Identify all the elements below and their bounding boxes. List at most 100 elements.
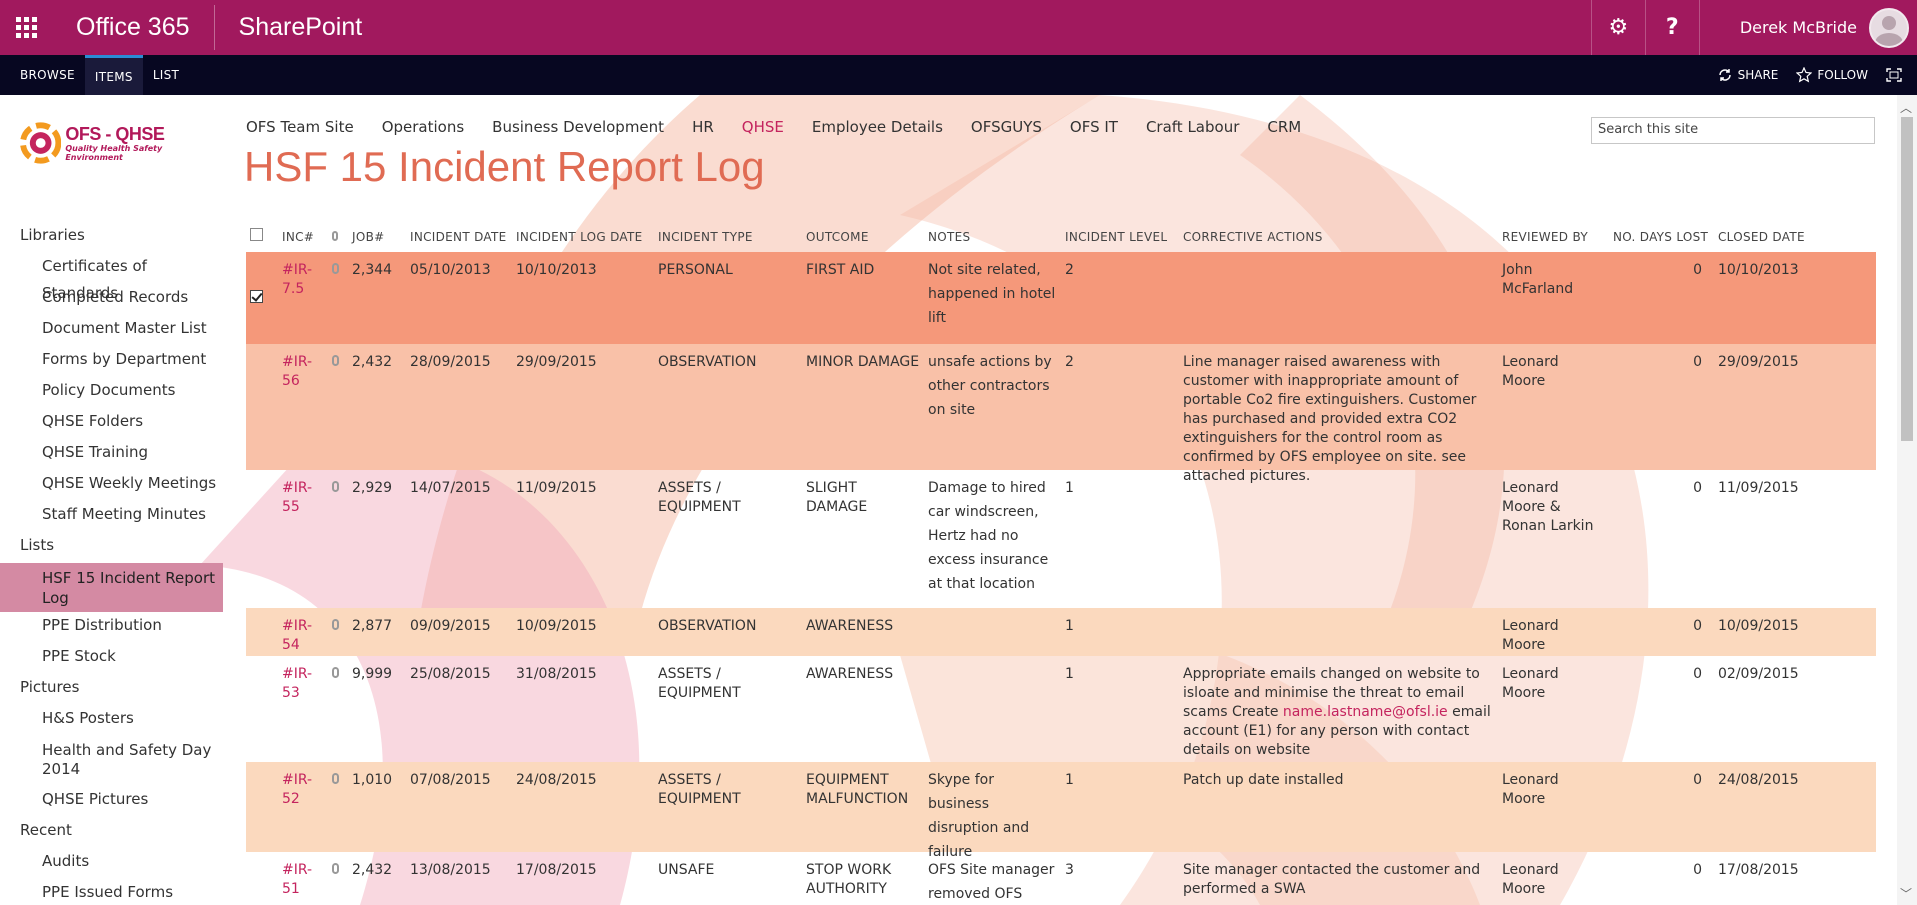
nav-item-ppe-stock[interactable]: PPE Stock xyxy=(0,643,223,674)
site-logo[interactable]: OFS - QHSE Quality Health Safety Environ… xyxy=(20,118,220,168)
nav-item-audits[interactable]: Audits xyxy=(0,848,223,879)
nav-item-qhse-training[interactable]: QHSE Training xyxy=(0,439,223,470)
row-checkbox[interactable] xyxy=(246,608,278,656)
incident-id-link[interactable]: #IR-7.5 xyxy=(278,252,328,344)
follow-label: FOLLOW xyxy=(1817,68,1868,82)
attachment-icon[interactable] xyxy=(328,762,348,852)
topnav-ofs-team-site[interactable]: OFS Team Site xyxy=(246,118,354,136)
nav-heading-pictures[interactable]: Pictures xyxy=(0,674,223,705)
topnav-ofs-it[interactable]: OFS IT xyxy=(1070,118,1118,136)
nav-item-ppe-issued-forms[interactable]: PPE Issued Forms xyxy=(0,879,223,905)
row-checkbox[interactable] xyxy=(246,762,278,852)
incident-id-link[interactable]: #IR-54 xyxy=(278,608,328,656)
topnav-employee-details[interactable]: Employee Details xyxy=(812,118,943,136)
nav-item-hsf15-incident-report-log[interactable]: HSF 15 Incident Report Log xyxy=(0,563,223,612)
nav-item-ppe-distribution[interactable]: PPE Distribution xyxy=(0,612,223,643)
nav-item-qhse-folders[interactable]: QHSE Folders xyxy=(0,408,223,439)
table-row[interactable]: #IR-52 1,010 07/08/2015 24/08/2015 ASSET… xyxy=(246,762,1876,860)
col-header-reviewed-by[interactable]: REVIEWED BY xyxy=(1498,228,1609,247)
nav-heading-libraries[interactable]: Libraries xyxy=(0,222,223,253)
reviewed-by: Leonard Moore xyxy=(1502,354,1559,389)
col-header-incident-level[interactable]: INCIDENT LEVEL xyxy=(1061,228,1179,247)
table-row[interactable]: #IR-53 9,999 25/08/2015 31/08/2015 ASSET… xyxy=(246,656,1876,762)
row-checkbox[interactable] xyxy=(246,852,278,905)
nav-item-forms-by-department[interactable]: Forms by Department xyxy=(0,346,223,377)
closed-date: 24/08/2015 xyxy=(1718,772,1799,788)
topnav-business-development[interactable]: Business Development xyxy=(492,118,664,136)
topnav-hr[interactable]: HR xyxy=(692,118,714,136)
nav-item-staff-meeting-minutes[interactable]: Staff Meeting Minutes xyxy=(0,501,223,532)
search-input[interactable]: Search this site xyxy=(1591,117,1875,144)
incident-id-link[interactable]: #IR-51 xyxy=(278,852,328,905)
attachment-icon[interactable] xyxy=(328,656,348,762)
incident-level: 1 xyxy=(1065,772,1074,788)
nav-heading-lists[interactable]: Lists xyxy=(0,532,223,563)
help-icon[interactable]: ? xyxy=(1644,0,1699,55)
nav-item-health-safety-day[interactable]: Health and Safety Day 2014 xyxy=(0,736,223,786)
app-launcher-icon[interactable] xyxy=(0,0,52,55)
topnav-ofsguys[interactable]: OFSGUYS xyxy=(971,118,1042,136)
table-row[interactable]: #IR-54 2,877 09/09/2015 10/09/2015 OBSER… xyxy=(246,608,1876,656)
settings-gear-icon[interactable]: ⚙ xyxy=(1590,0,1645,55)
share-button[interactable]: SHARE xyxy=(1717,68,1778,82)
nav-item-policy-documents[interactable]: Policy Documents xyxy=(0,377,223,408)
table-row[interactable]: #IR-7.5 2,344 05/10/2013 10/10/2013 PERS… xyxy=(246,252,1876,344)
col-header-notes[interactable]: NOTES xyxy=(924,228,1061,247)
scroll-up-arrow-icon[interactable]: ︿ xyxy=(1900,99,1912,116)
attachment-icon[interactable] xyxy=(328,852,348,905)
col-header-days-lost[interactable]: NO. DAYS LOST xyxy=(1609,228,1714,247)
app-name[interactable]: SharePoint xyxy=(215,13,363,42)
incident-id-link[interactable]: #IR-55 xyxy=(278,470,328,608)
row-checkbox[interactable] xyxy=(246,470,278,608)
scrollbar-thumb[interactable] xyxy=(1901,117,1913,441)
select-all-checkbox[interactable] xyxy=(246,228,278,247)
tab-browse[interactable]: BROWSE xyxy=(0,55,85,95)
nav-item-document-master-list[interactable]: Document Master List xyxy=(0,315,223,346)
col-header-corrective-actions[interactable]: CORRECTIVE ACTIONS xyxy=(1179,228,1498,247)
attachment-header-icon[interactable] xyxy=(328,228,348,247)
row-checkbox[interactable] xyxy=(246,344,278,470)
topnav-qhse[interactable]: QHSE xyxy=(742,118,784,136)
incident-id-link[interactable]: #IR-56 xyxy=(278,344,328,470)
corrective-text: Line manager raised awareness with custo… xyxy=(1183,354,1477,484)
tab-list[interactable]: LIST xyxy=(143,55,189,95)
scroll-down-arrow-icon[interactable]: ﹀ xyxy=(1900,885,1912,902)
user-menu[interactable]: Derek McBride xyxy=(1698,0,1917,55)
incident-id-link[interactable]: #IR-52 xyxy=(278,762,328,852)
tab-items[interactable]: ITEMS xyxy=(84,55,143,95)
nav-item-hs-posters[interactable]: H&S Posters xyxy=(0,705,223,736)
col-header-log-date[interactable]: INCIDENT LOG DATE xyxy=(512,228,654,247)
attachment-icon[interactable] xyxy=(328,608,348,656)
nav-heading-recent[interactable]: Recent xyxy=(0,817,223,848)
col-header-incident-date[interactable]: INCIDENT DATE xyxy=(396,228,512,247)
row-checkbox[interactable] xyxy=(246,252,278,344)
focus-content-button[interactable] xyxy=(1886,68,1907,82)
attachment-icon[interactable] xyxy=(328,470,348,608)
attachment-icon[interactable] xyxy=(328,344,348,470)
email-link[interactable]: name.lastname@ofsl.ie xyxy=(1283,704,1448,720)
list-header: INC# JOB# INCIDENT DATE INCIDENT LOG DAT… xyxy=(246,223,1876,252)
table-row[interactable]: #IR-55 2,929 14/07/2015 11/09/2015 ASSET… xyxy=(246,470,1876,608)
user-name: Derek McBride xyxy=(1739,18,1857,37)
col-header-incident-type[interactable]: INCIDENT TYPE xyxy=(654,228,802,247)
attachment-icon[interactable] xyxy=(328,252,348,344)
brand-office365[interactable]: Office 365 xyxy=(52,0,214,55)
page-scrollbar[interactable]: ︿ ﹀ xyxy=(1897,95,1917,905)
outcome: AWARENESS xyxy=(806,666,894,682)
nav-item-completed-records[interactable]: Completed Records xyxy=(0,284,223,315)
col-header-closed-date[interactable]: CLOSED DATE xyxy=(1714,228,1824,247)
table-row[interactable]: #IR-56 2,432 28/09/2015 29/09/2015 OBSER… xyxy=(246,344,1876,484)
topnav-craft-labour[interactable]: Craft Labour xyxy=(1146,118,1239,136)
row-checkbox[interactable] xyxy=(246,656,278,762)
col-header-inc[interactable]: INC# xyxy=(278,228,328,247)
follow-button[interactable]: FOLLOW xyxy=(1796,67,1868,83)
table-row[interactable]: #IR-51 2,432 13/08/2015 17/08/2015 UNSAF… xyxy=(246,852,1876,905)
col-header-outcome[interactable]: OUTCOME xyxy=(802,228,924,247)
col-header-job[interactable]: JOB# xyxy=(348,228,396,247)
nav-item-certificates[interactable]: Certificates of Standards xyxy=(0,253,223,302)
topnav-crm[interactable]: CRM xyxy=(1267,118,1301,136)
nav-item-qhse-pictures[interactable]: QHSE Pictures xyxy=(0,786,223,817)
topnav-operations[interactable]: Operations xyxy=(382,118,464,136)
incident-id-link[interactable]: #IR-53 xyxy=(278,656,328,762)
nav-item-qhse-weekly-meetings[interactable]: QHSE Weekly Meetings xyxy=(0,470,223,501)
